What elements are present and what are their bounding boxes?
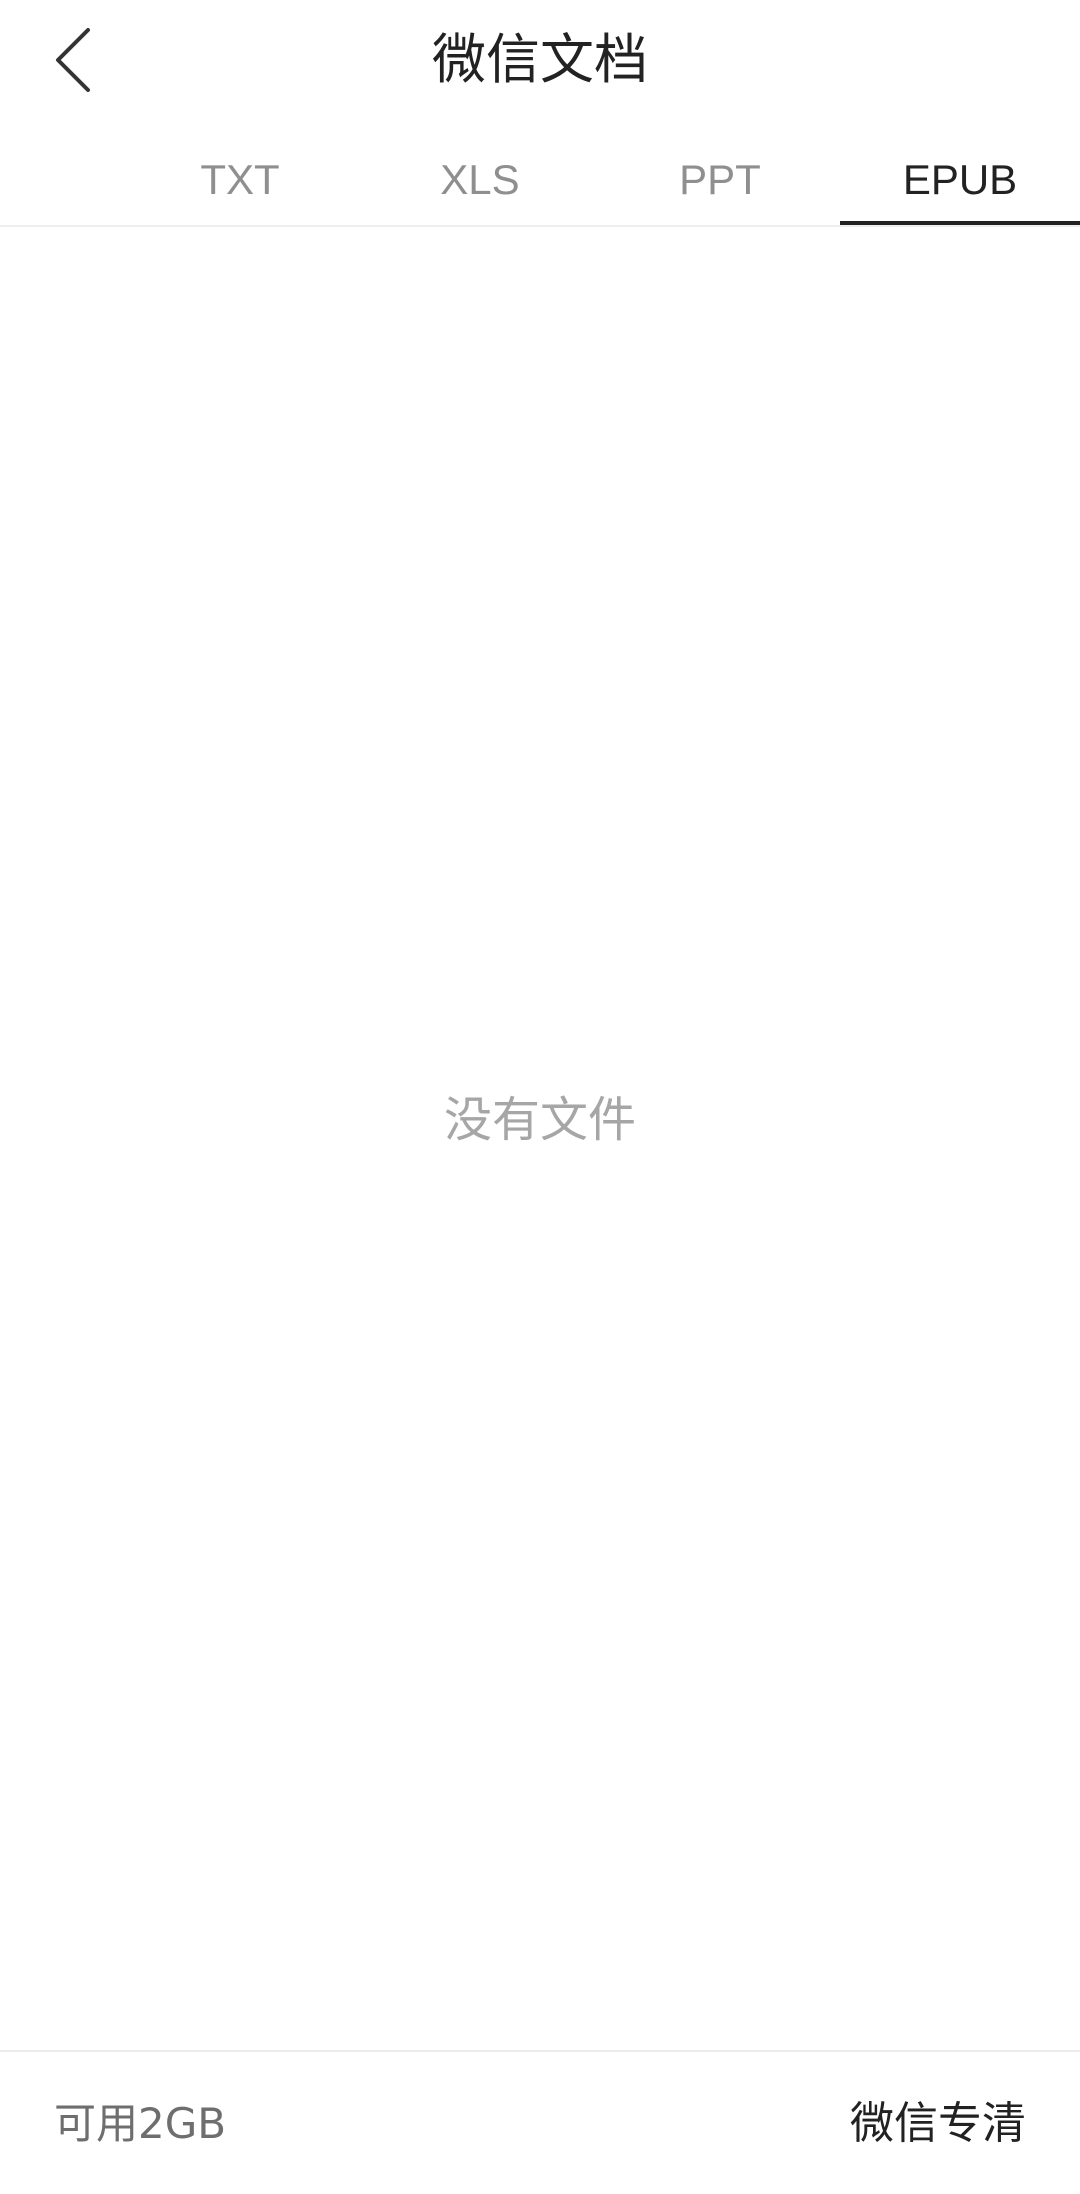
empty-state-message: 没有文件 (443, 1092, 636, 1148)
header-bar: 微信文档 (0, 0, 1080, 120)
page-title: 微信文档 (432, 28, 648, 91)
tab-epub[interactable]: EPUB (840, 130, 1080, 225)
tab-txt[interactable]: TXT (120, 130, 360, 225)
tab-xls[interactable]: XLS (360, 130, 600, 225)
tab-pdf[interactable]: DF (0, 130, 60, 225)
active-tab-indicator (840, 221, 1080, 225)
wechat-documents-screen: 微信文档 DF TXT XLS PPT EPUB 没有文件 可用2GB 微信专清 (0, 0, 1080, 2194)
wechat-clean-button[interactable]: 微信专清 (850, 2094, 1026, 2154)
footer-bar: 可用2GB 微信专清 (0, 2050, 1080, 2194)
available-storage: 可用2GB (54, 2099, 227, 2148)
tab-ppt[interactable]: PPT (600, 130, 840, 225)
file-type-tabs: DF TXT XLS PPT EPUB (0, 130, 1080, 227)
